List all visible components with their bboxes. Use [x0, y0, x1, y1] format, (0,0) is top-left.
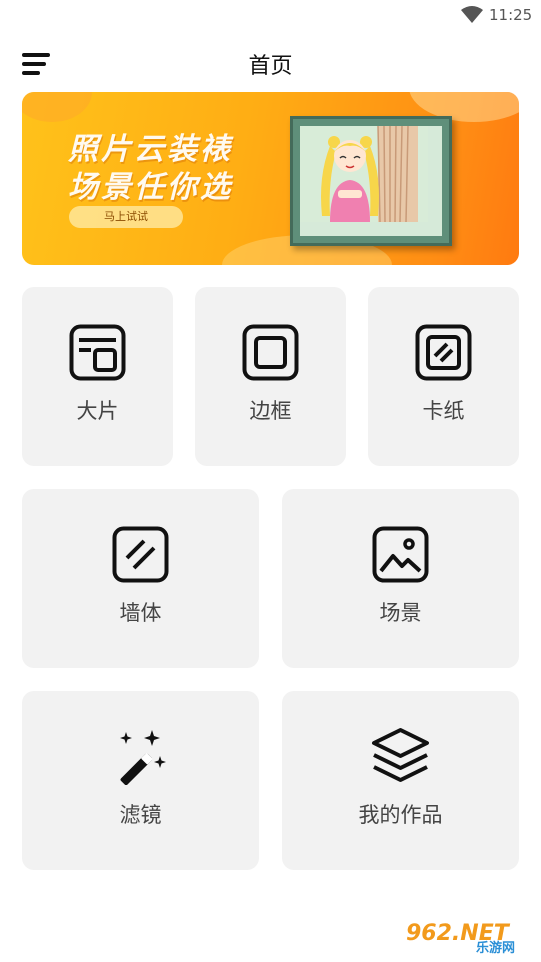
tile-label: 卡纸	[422, 399, 465, 423]
tile-label: 墙体	[119, 601, 162, 625]
try-now-button[interactable]: 马上试试	[69, 206, 183, 228]
cardboard-icon	[415, 324, 472, 381]
tile-label: 大片	[76, 399, 119, 423]
tile-cardboard[interactable]: 卡纸	[368, 287, 519, 466]
tile-wall[interactable]: 墙体	[22, 489, 259, 668]
border-frame-icon	[242, 324, 299, 381]
cartoon-girl-illustration	[300, 126, 428, 223]
tile-label: 边框	[249, 399, 292, 423]
tile-label: 我的作品	[358, 803, 443, 827]
promo-banner[interactable]: 照片云装裱 场景任你选 马上试试	[22, 92, 519, 265]
banner-headline-2: 场景任你选	[68, 170, 233, 205]
tile-label: 滤镜	[119, 803, 162, 827]
tile-border[interactable]: 边框	[195, 287, 346, 466]
tile-filter[interactable]: 滤镜	[22, 691, 259, 870]
tile-scene[interactable]: 场景	[282, 489, 519, 668]
site-watermark: 962.NET 乐游网	[402, 914, 536, 956]
layers-icon	[372, 728, 429, 782]
watermark-subtext: 乐游网	[476, 940, 515, 956]
tile-my-works[interactable]: 我的作品	[282, 691, 519, 870]
framed-picture	[290, 116, 452, 246]
scene-image-icon	[372, 526, 429, 583]
tile-label: 场景	[379, 601, 422, 625]
wifi-icon	[461, 6, 483, 23]
status-bar: 11:25	[0, 0, 541, 30]
magic-wand-icon	[120, 730, 166, 785]
status-time: 11:25	[489, 6, 533, 24]
page-title: 首页	[248, 54, 293, 79]
wall-icon	[112, 526, 169, 583]
tile-large-photo[interactable]: 大片	[22, 287, 173, 466]
large-photo-icon	[69, 324, 126, 381]
